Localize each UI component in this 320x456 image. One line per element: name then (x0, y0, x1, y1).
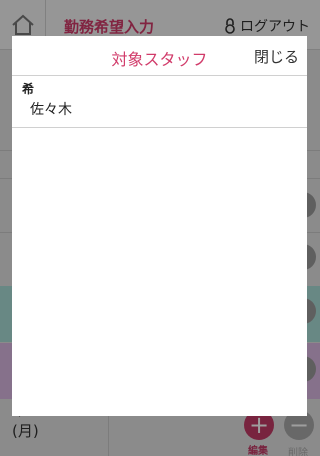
staff-list-item[interactable]: 佐々木 (12, 97, 307, 128)
close-button[interactable]: 閉じる (254, 46, 299, 67)
dialog-header: 対象スタッフ 閉じる (12, 36, 307, 76)
target-staff-dialog: 対象スタッフ 閉じる 希 佐々木 (12, 36, 307, 416)
group-header: 希 (22, 82, 35, 96)
